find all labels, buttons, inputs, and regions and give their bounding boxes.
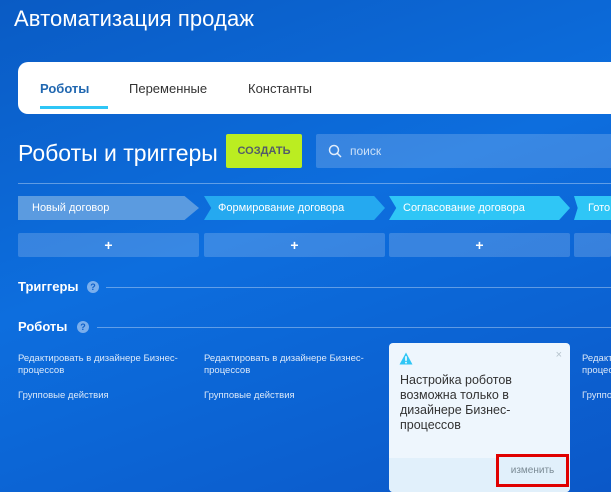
add-robot-button-col1[interactable]: + [18, 233, 199, 257]
tab-constants[interactable]: Константы [248, 81, 312, 96]
edit-in-designer-link-col1[interactable]: Редактировать в дизайнере Бизнес- процес… [18, 353, 178, 377]
tab-robots[interactable]: Роботы [40, 81, 89, 96]
edit-in-designer-link-col2[interactable]: Редактировать в дизайнере Бизнес- процес… [204, 353, 364, 377]
change-button[interactable]: изменить [496, 454, 569, 487]
warning-icon [399, 352, 413, 365]
edit-link-line2: процессов [204, 365, 251, 376]
robots-help-icon[interactable]: ? [77, 321, 89, 333]
page-title: Роботы и триггеры [18, 140, 218, 166]
tab-variables[interactable]: Переменные [129, 81, 207, 96]
create-button[interactable]: СОЗДАТЬ [226, 134, 302, 168]
triggers-divider [106, 287, 611, 288]
add-robot-button-col3[interactable]: + [389, 233, 570, 257]
edit-link-line1: Редактировать в дизайнере Бизнес- [204, 353, 364, 364]
add-robot-button-col4[interactable] [574, 233, 611, 257]
designer-only-popup: × Настройка роботов возможна только в ди… [389, 343, 570, 492]
close-icon[interactable]: × [556, 349, 562, 361]
edit-link-line1: Редакт [582, 353, 611, 364]
group-actions-link-col1[interactable]: Групповые действия [18, 390, 109, 402]
robots-heading: Роботы [18, 319, 68, 334]
popup-message: Настройка роботов возможна только в диза… [400, 373, 512, 432]
app-title: Автоматизация продаж [14, 6, 255, 31]
robots-divider [97, 327, 611, 328]
stage-contract-forming[interactable]: Формирование договора [204, 196, 385, 220]
stage-new-contract[interactable]: Новый договор [18, 196, 199, 220]
add-robot-button-col2[interactable]: + [204, 233, 385, 257]
edit-link-line1: Редактировать в дизайнере Бизнес- [18, 353, 178, 364]
tabs-panel: Роботы Переменные Константы [18, 62, 611, 114]
edit-link-line2: процессов [18, 365, 65, 376]
triggers-help-icon[interactable]: ? [87, 281, 99, 293]
stage-contract-approval[interactable]: Согласование договора [389, 196, 570, 220]
edit-link-line2: процес [582, 365, 611, 376]
search-placeholder: поиск [350, 144, 382, 158]
edit-in-designer-link-col4[interactable]: Редакт процес [582, 353, 611, 377]
group-actions-link-col2[interactable]: Групповые действия [204, 390, 295, 402]
divider [18, 183, 611, 184]
search-input[interactable]: поиск [316, 134, 611, 168]
group-actions-link-col4[interactable]: Группо [582, 390, 611, 402]
active-tab-indicator [40, 106, 108, 109]
triggers-heading: Триггеры [18, 279, 79, 294]
search-icon [328, 144, 342, 158]
stage-ready[interactable]: Гото [574, 196, 611, 220]
